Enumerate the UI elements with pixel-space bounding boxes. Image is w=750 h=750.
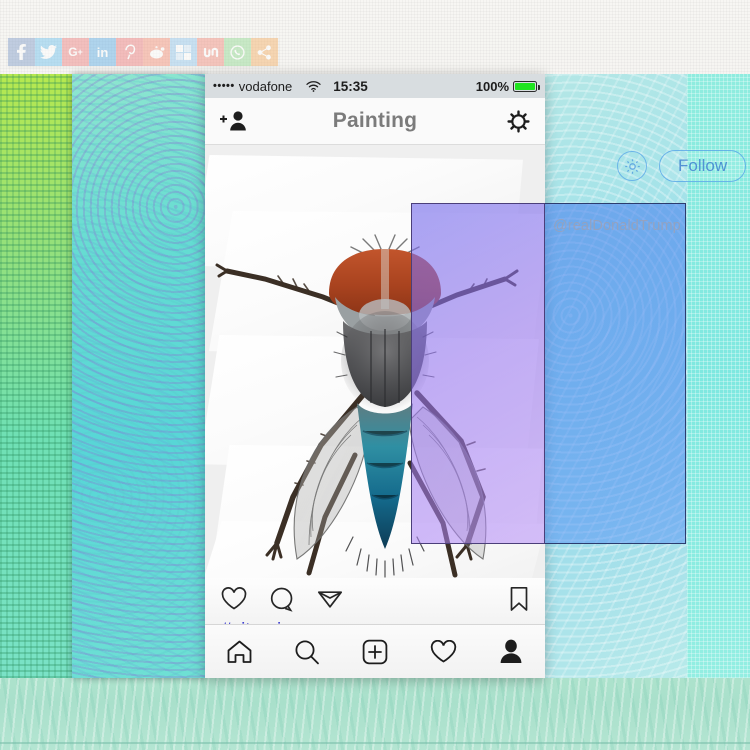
page-title: Painting [332, 109, 418, 132]
artwork-strip-lime [0, 74, 72, 678]
tab-activity-heart-icon[interactable] [419, 639, 467, 664]
tab-add-post-icon[interactable] [351, 639, 399, 665]
gear-icon[interactable] [617, 151, 647, 181]
signal-strength-dots: ••••• [213, 80, 235, 92]
ios-status-bar: ••••• vodafone 15:35 100% [205, 74, 545, 98]
status-bar-time: 15:35 [333, 78, 368, 94]
instagram-phone-mockup: ••••• vodafone 15:35 100% Painting [205, 74, 545, 678]
tab-profile-icon[interactable] [487, 639, 535, 664]
battery-icon [513, 80, 541, 92]
post-image-area[interactable] [205, 145, 545, 578]
tab-home-icon[interactable] [215, 639, 263, 664]
artwork-strip-moire [72, 74, 205, 678]
settings-gear-icon[interactable] [506, 109, 531, 134]
wifi-icon [306, 80, 321, 92]
carrier-name: vodafone [238, 78, 293, 94]
bookmark-save-icon[interactable] [509, 586, 529, 612]
battery-area: 100% [475, 78, 541, 94]
social-share-bar: G + in [8, 38, 278, 66]
bottom-tab-bar [205, 624, 545, 678]
share-icon[interactable] [251, 38, 278, 66]
like-heart-icon[interactable] [221, 587, 247, 611]
app-nav-bar: Painting [205, 98, 545, 145]
profile-handle: @realDonaldTrump [553, 218, 681, 234]
paper-plane-share-icon[interactable] [317, 587, 343, 611]
battery-percent-label: 100% [475, 78, 509, 94]
comment-bubble-icon[interactable] [269, 587, 295, 612]
delicious-icon[interactable] [170, 38, 197, 66]
whatsapp-icon[interactable] [224, 38, 251, 66]
screenshot-root: G + in ••••• vodafone 15:35 100% Paintin… [0, 0, 750, 750]
reddit-icon[interactable] [143, 38, 170, 66]
linkedin-icon[interactable]: in [89, 38, 116, 66]
follow-button[interactable]: Follow [659, 150, 747, 182]
collage-paper-card [205, 521, 545, 578]
tab-search-icon[interactable] [283, 639, 331, 665]
google-plus-icon[interactable]: G + [62, 38, 89, 66]
post-action-row [205, 578, 545, 620]
facebook-icon[interactable] [8, 38, 35, 66]
pinterest-icon[interactable] [116, 38, 143, 66]
mint-painted-floor [0, 672, 750, 750]
twitter-icon[interactable] [35, 38, 62, 66]
collage-paper-card [209, 211, 545, 357]
stumbleupon-icon[interactable] [197, 38, 224, 66]
profile-overlay-controls: Follow @realDonaldTrump [545, 150, 750, 234]
add-person-icon[interactable] [219, 110, 249, 132]
